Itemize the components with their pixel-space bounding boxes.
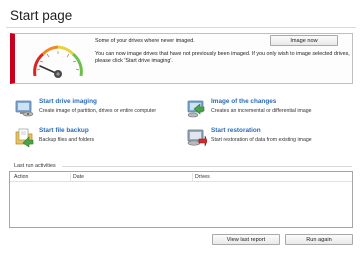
- page-title: Start page: [10, 8, 73, 23]
- column-separator: [70, 173, 71, 181]
- file-backup-icon: [15, 128, 34, 148]
- task-start-file-backup[interactable]: Start file backup Backup files and folde…: [13, 126, 183, 150]
- task-title[interactable]: Start restoration: [211, 127, 261, 134]
- task-start-restoration[interactable]: Start restoration Start restoration of d…: [185, 126, 355, 150]
- task-description: Start restoration of data from existing …: [211, 137, 312, 143]
- image-now-button[interactable]: Image now: [270, 35, 338, 46]
- title-divider: [6, 27, 356, 28]
- view-last-report-button[interactable]: View last report: [212, 234, 280, 245]
- restoration-icon: [187, 129, 207, 147]
- alert-heading: Some of your drives where never imaged.: [95, 38, 195, 44]
- column-header-date[interactable]: Date: [73, 174, 84, 180]
- alert-message: You can now image drives that have not p…: [95, 51, 350, 64]
- drive-imaging-icon: [15, 100, 34, 117]
- column-header-action[interactable]: Action: [14, 174, 28, 180]
- task-description: Create image of partition, drives or ent…: [39, 108, 157, 114]
- task-description: Creates an incremental or differential i…: [211, 108, 312, 114]
- task-description: Backup files and folders: [39, 137, 95, 143]
- task-title[interactable]: Start file backup: [39, 127, 89, 134]
- section-divider: [62, 166, 352, 167]
- table-header: Action Date Drives: [10, 172, 352, 182]
- activities-table[interactable]: Action Date Drives: [9, 171, 353, 228]
- task-start-drive-imaging[interactable]: Start drive imaging Create image of part…: [13, 97, 183, 121]
- gauge-icon: [33, 45, 83, 78]
- incremental-image-icon: [187, 100, 205, 118]
- task-title[interactable]: Image of the changes: [211, 98, 276, 105]
- task-title[interactable]: Start drive imaging: [39, 98, 97, 105]
- last-run-activities-label: Last run activities: [14, 163, 58, 169]
- task-image-of-the-changes[interactable]: Image of the changes Creates an incremen…: [185, 97, 355, 121]
- run-again-button[interactable]: Run again: [285, 234, 353, 245]
- column-separator: [192, 173, 193, 181]
- column-header-drives[interactable]: Drives: [195, 174, 210, 180]
